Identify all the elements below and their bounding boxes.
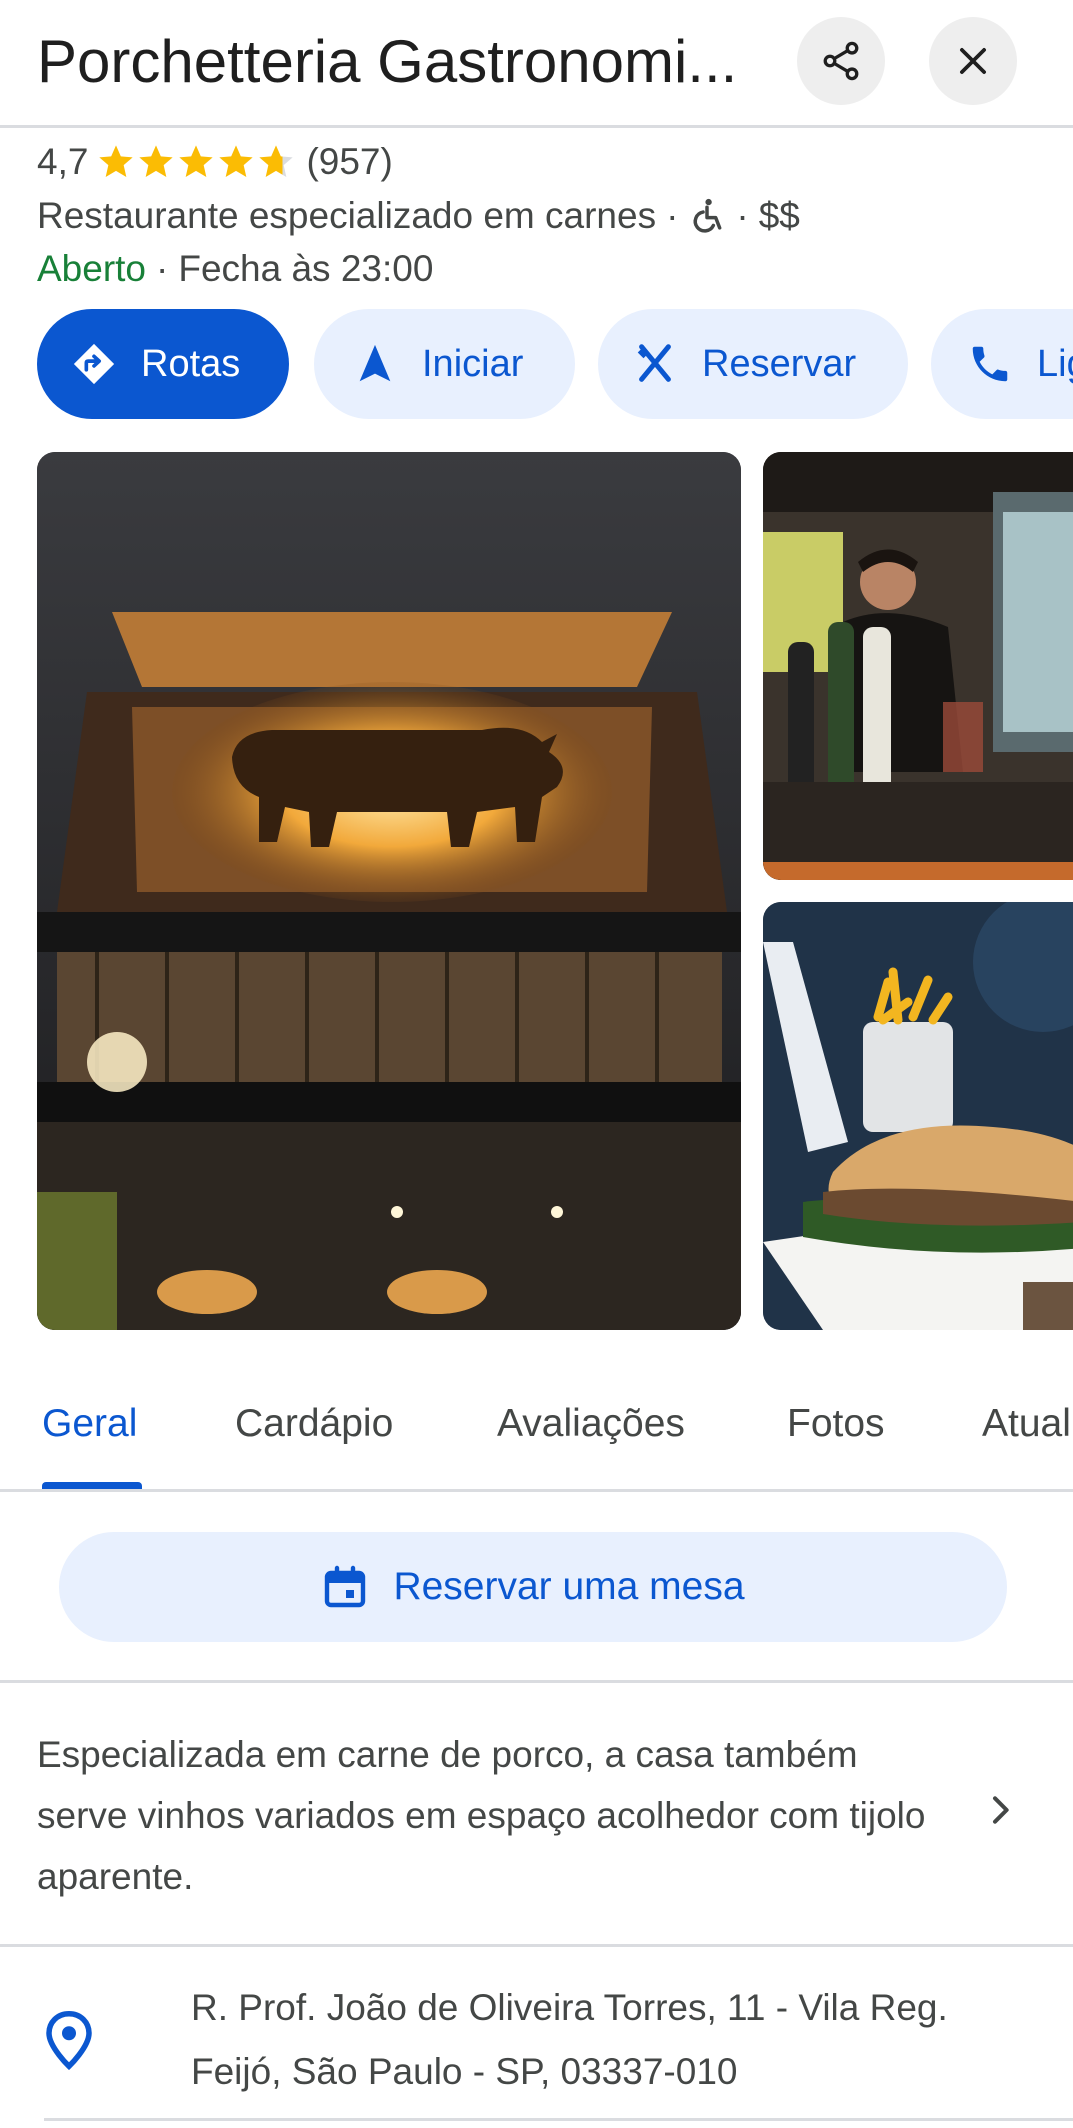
- separator: ·: [666, 195, 679, 236]
- utensils-icon: [637, 344, 671, 382]
- photo-sandwich[interactable]: [763, 902, 1073, 1330]
- star-full-icon: [139, 145, 174, 177]
- storefront-image: [37, 452, 741, 1330]
- directions-label: Rotas: [141, 342, 241, 385]
- action-buttons: Rotas Iniciar Reservar Ligar: [37, 309, 1073, 419]
- rating-stars: [96, 142, 296, 182]
- divider: [44, 2118, 1073, 2121]
- tab-updates[interactable]: Atualizações: [982, 1402, 1073, 1446]
- start-navigation-button[interactable]: Iniciar: [314, 309, 575, 419]
- open-status: Aberto: [37, 248, 147, 289]
- place-header: Porchetteria Gastronomi...: [0, 0, 1073, 128]
- chevron-right-icon[interactable]: [980, 1790, 1020, 1830]
- photo-storefront-sign[interactable]: [37, 452, 741, 1330]
- place-description[interactable]: Especializada em carne de porco, a casa …: [37, 1724, 957, 1907]
- price-level: $$: [758, 195, 800, 236]
- separator: ·: [736, 195, 749, 236]
- category-label: Restaurante especializado em carnes: [37, 195, 657, 236]
- separator: ·: [156, 248, 169, 289]
- reserve-table-label: Reservar uma mesa: [393, 1565, 745, 1608]
- divider: [0, 1680, 1073, 1683]
- sandwich-image: [763, 902, 1073, 1330]
- reserve-button[interactable]: Reservar: [598, 309, 908, 419]
- location-pin-icon: [46, 2010, 92, 2070]
- reserve-label: Reservar: [702, 342, 857, 385]
- tab-overview[interactable]: Geral: [42, 1402, 137, 1446]
- phone-icon: [972, 346, 1008, 382]
- star-full-icon: [179, 145, 214, 177]
- address[interactable]: R. Prof. João de Oliveira Torres, 11 - V…: [191, 1976, 1051, 2104]
- tab-menu[interactable]: Cardápio: [235, 1402, 393, 1446]
- active-tab-indicator: [42, 1482, 142, 1489]
- tab-photos[interactable]: Fotos: [787, 1402, 885, 1446]
- address-line-1: R. Prof. João de Oliveira Torres, 11 - V…: [191, 1987, 948, 2028]
- place-title: Porchetteria Gastronomi...: [37, 28, 738, 95]
- divider: [0, 1944, 1073, 1947]
- directions-button[interactable]: Rotas: [37, 309, 289, 419]
- navigation-arrow-icon: [359, 344, 391, 382]
- opening-status[interactable]: Aberto · Fecha às 23:00: [37, 245, 433, 293]
- directions-icon: [73, 343, 115, 385]
- category-row: Restaurante especializado em carnes · · …: [37, 192, 800, 240]
- star-partial-icon: [259, 145, 294, 177]
- call-button[interactable]: Ligar: [931, 309, 1073, 419]
- rating-value: 4,7: [37, 141, 89, 182]
- tab-reviews[interactable]: Avaliações: [497, 1402, 685, 1446]
- tab-bar: Geral Cardápio Avaliações Fotos Atualiza…: [0, 1372, 1073, 1492]
- star-full-icon: [99, 145, 134, 177]
- star-full-icon: [219, 145, 254, 177]
- address-line-2: Feijó, São Paulo - SP, 03337-010: [191, 2051, 738, 2092]
- closing-time: Fecha às 23:00: [178, 248, 434, 289]
- photo-bartender[interactable]: [763, 452, 1073, 880]
- share-button[interactable]: [797, 17, 885, 105]
- close-icon: [960, 48, 986, 74]
- close-button[interactable]: [929, 17, 1017, 105]
- start-label: Iniciar: [422, 342, 524, 385]
- call-label: Ligar: [1037, 342, 1073, 385]
- bartender-image: [763, 452, 1073, 880]
- reviews-count: (957): [306, 141, 393, 182]
- calendar-icon: [325, 1565, 366, 1608]
- share-icon: [823, 41, 859, 81]
- reserve-table-button[interactable]: Reservar uma mesa: [59, 1532, 1007, 1642]
- rating-row[interactable]: 4,7 (957): [37, 138, 393, 186]
- wheelchair-icon: [693, 198, 722, 233]
- photo-gallery: [37, 452, 1073, 1332]
